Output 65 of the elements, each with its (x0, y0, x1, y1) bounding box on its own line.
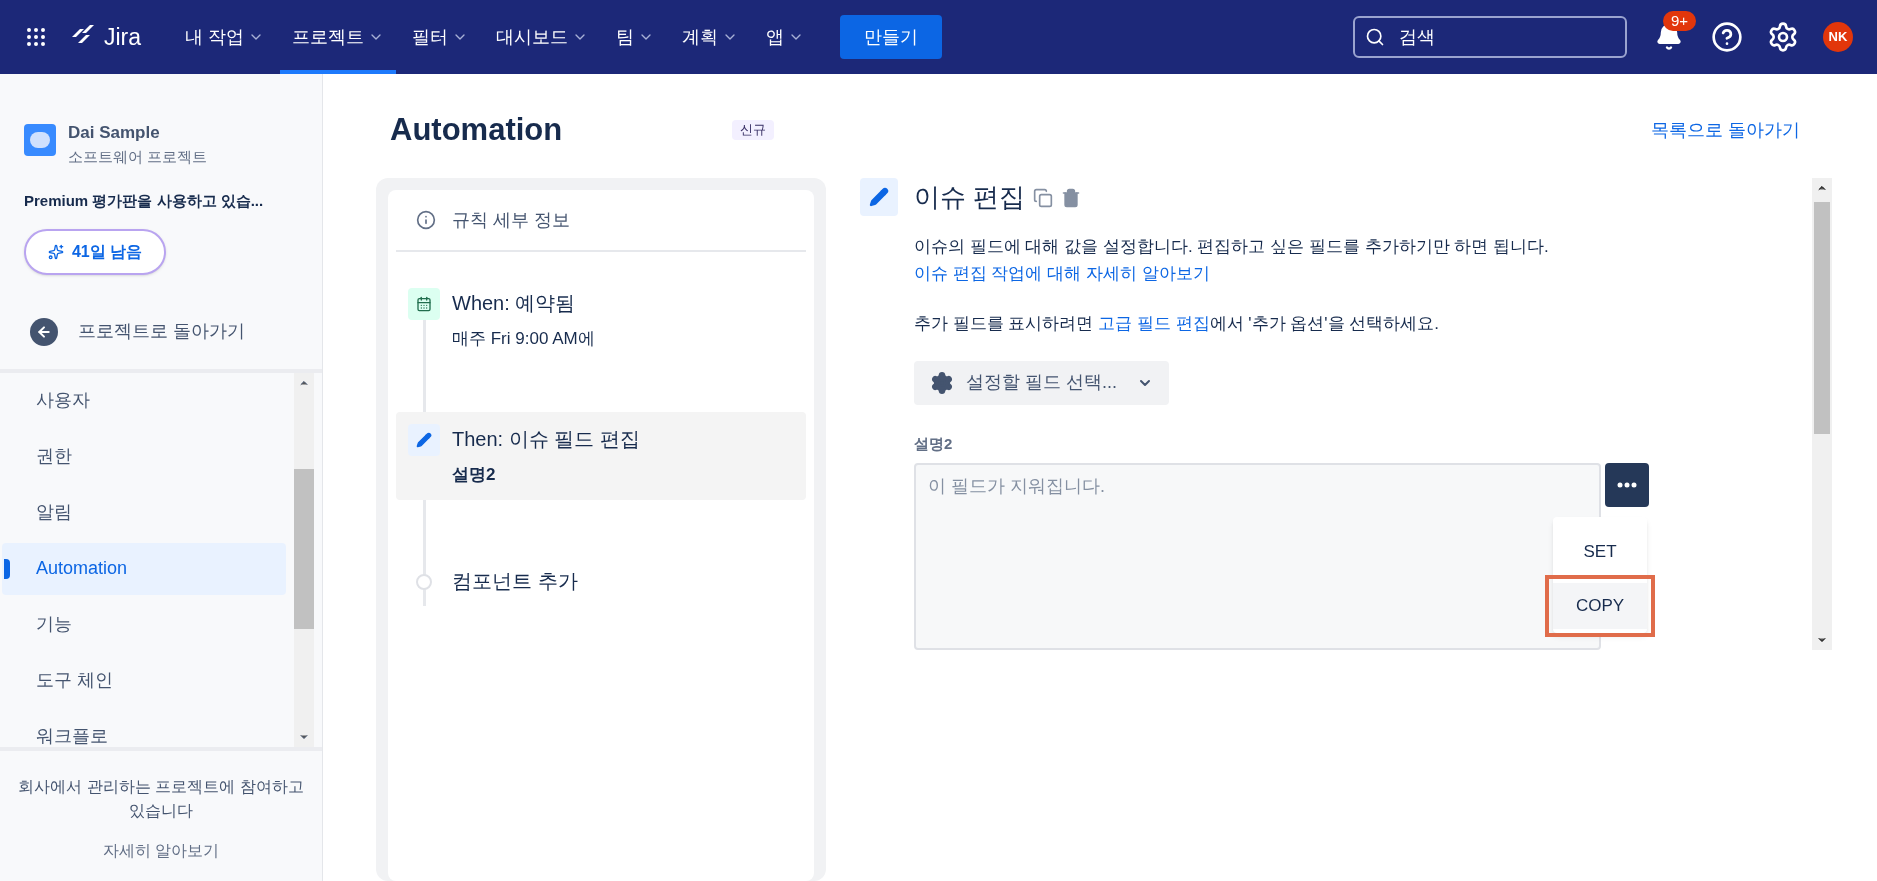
footer-text: 회사에서 관리하는 프로젝트에 참여하고 있습니다 (17, 776, 305, 821)
nav-menu[interactable]: 내 작업 (173, 0, 277, 74)
nav-menu[interactable]: 앱 (754, 0, 817, 74)
nav-menu[interactable]: 계획 (670, 0, 751, 74)
sidebar-item[interactable]: 권한 (2, 430, 286, 483)
new-badge: 신규 (732, 120, 775, 140)
sidebar-item[interactable]: 기능 (2, 598, 286, 651)
field-select-dropdown[interactable]: 설정할 필드 선택... (914, 360, 1169, 405)
project-avatar-icon (24, 124, 56, 156)
selection-indicator (4, 558, 10, 579)
step-subtitle: 매주 Fri 9:00 AM에 (452, 328, 595, 350)
notification-badge: 9+ (1663, 11, 1697, 31)
scrollbar-thumb[interactable] (294, 468, 314, 629)
menu-item[interactable]: COPY (1553, 583, 1647, 629)
nav-menu[interactable]: 팀 (604, 0, 667, 74)
user-avatar[interactable]: NK (1823, 22, 1853, 52)
sidebar-item[interactable]: 워크플로 (2, 710, 286, 763)
settings-icon[interactable] (1767, 21, 1799, 53)
trial-text: Premium 평가판을 사용하고 있습... (23, 191, 265, 211)
pencil-icon (408, 424, 440, 456)
editor-hint: 추가 필드를 표시하려면 고급 필드 편집에서 '추가 옵션'을 선택하세요. (914, 313, 1441, 335)
step-title: When: 예약됨 (452, 291, 577, 316)
gear-icon (930, 370, 954, 395)
back-to-list-link[interactable]: 목록으로 돌아가기 (1651, 116, 1800, 144)
app-grid-icon[interactable] (24, 25, 48, 49)
step-subtitle: 설명2 (452, 464, 497, 486)
field-label: 설명2 (914, 433, 954, 454)
step-title: 컴포넌트 추가 (452, 569, 578, 594)
rule-details-link[interactable]: 규칙 세부 정보 (452, 206, 570, 234)
days-left-button[interactable]: 41일 남음 (24, 228, 166, 275)
search-field[interactable]: 검색 (1353, 16, 1627, 58)
create-button[interactable]: 만들기 (840, 15, 943, 59)
calendar-icon (408, 288, 440, 320)
trash-icon[interactable] (1061, 187, 1082, 208)
page-title: Automation (390, 110, 563, 149)
scrollbar[interactable] (294, 372, 314, 747)
more-dots-icon (1617, 482, 1637, 488)
search-icon (1365, 27, 1385, 47)
project-type: 소프트웨어 프로젝트 (68, 146, 208, 167)
learn-more-link[interactable]: 자세히 알아보기 (0, 838, 322, 863)
scrollbar[interactable] (1812, 178, 1832, 650)
info-icon (416, 210, 436, 230)
more-options-button[interactable] (1605, 463, 1649, 507)
editor-title: 이슈 편집 (914, 181, 1026, 214)
back-to-project-link[interactable]: 프로젝트로 돌아가기 (0, 306, 322, 357)
rule-step[interactable]: When: 예약됨 매주 Fri 9:00 AM에 (396, 276, 806, 364)
advanced-edit-link[interactable]: 고급 필드 편집 (1098, 314, 1210, 333)
help-icon[interactable] (1711, 21, 1743, 53)
sidebar-item[interactable]: 사용자 (2, 374, 286, 427)
step-title: Then: 이슈 필드 편집 (452, 427, 640, 452)
pencil-icon (860, 178, 898, 216)
scrollbar-thumb[interactable] (1814, 202, 1830, 434)
sparkle-icon (47, 243, 64, 260)
jira-logo-text: Jira (104, 22, 142, 52)
learn-more-link[interactable]: 이슈 편집 작업에 대해 자세히 알아보기 (914, 264, 1210, 283)
copy-icon[interactable] (1033, 187, 1054, 208)
sidebar-item[interactable]: Automation (2, 542, 286, 595)
editor-description: 이슈의 필드에 대해 값을 설정합니다. 편집하고 싶은 필드를 추가하기만 하면 됩니다. 이슈 편집 작업에 대해 자세히 알아보기 (914, 236, 1550, 285)
sidebar-item[interactable]: 알림 (2, 486, 286, 539)
sidebar-item[interactable]: 도구 체인 (2, 654, 286, 707)
nav-menu[interactable]: 필터 (400, 0, 481, 74)
nav-menu[interactable]: 대시보드 (484, 0, 601, 74)
rule-step[interactable]: 컴포넌트 추가 (396, 554, 806, 610)
project-name: Dai Sample (68, 122, 161, 144)
rule-step[interactable]: Then: 이슈 필드 편집 설명2 (396, 412, 806, 500)
